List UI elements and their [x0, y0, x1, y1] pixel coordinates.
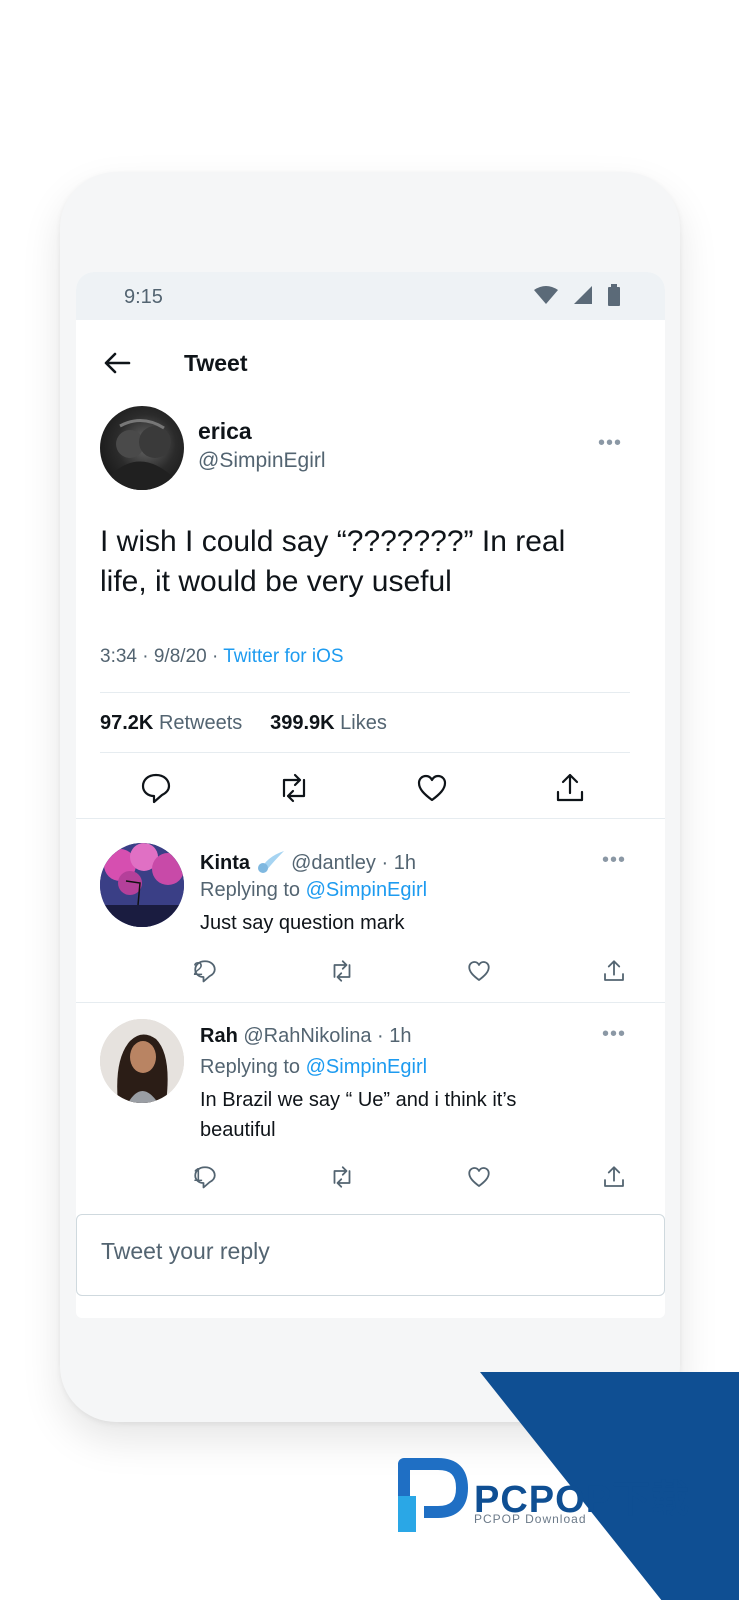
- reply-input[interactable]: [99, 1237, 623, 1266]
- retweet-icon[interactable]: [276, 772, 312, 809]
- page-title: Tweet: [184, 350, 248, 376]
- avatar-image: [100, 843, 184, 927]
- replying-to-label: Replying to: [200, 1056, 306, 1078]
- avatar-image: [110, 419, 174, 490]
- divider: [100, 752, 630, 753]
- share-icon[interactable]: [554, 772, 586, 809]
- wifi-icon: [534, 286, 558, 304]
- retweet-icon[interactable]: [328, 959, 356, 983]
- reply-count: 1: [193, 1165, 204, 1185]
- reply-header: Rah @RahNikolina · 1h: [200, 1025, 412, 1048]
- divider: [100, 692, 630, 693]
- reply-text: Just say question mark: [200, 912, 405, 934]
- watermark-logo: PCPOP下载 PCPOP Download: [398, 1456, 728, 1536]
- tweet-stats: 97.2K Retweets 399.9K Likes: [100, 712, 387, 735]
- retweet-icon[interactable]: [328, 1165, 356, 1189]
- reply-text: In Brazil we say “ Ue” and i think it’s …: [200, 1089, 517, 1141]
- status-bar: 9:15: [76, 272, 665, 320]
- replying-to-label: Replying to: [200, 879, 306, 901]
- reply-count: 2: [193, 959, 204, 979]
- reply-actions: 2: [76, 959, 665, 989]
- reply-item[interactable]: Kinta @dantley · 1h ••• Replying to @Sim…: [76, 818, 665, 1003]
- likes-count: 399.9K: [270, 712, 335, 734]
- tweet-author: erica @SimpinEgirl •••: [76, 404, 665, 500]
- share-icon[interactable]: [602, 1165, 626, 1189]
- reply-icon[interactable]: [140, 772, 172, 809]
- tweet-actions: [76, 772, 665, 822]
- reply-avatar[interactable]: [100, 1019, 184, 1103]
- reply-actions: 1: [76, 1165, 665, 1195]
- status-icons: [533, 284, 621, 306]
- avatar-image: [100, 1019, 184, 1103]
- share-icon[interactable]: [602, 959, 626, 983]
- status-time: 9:15: [124, 286, 163, 308]
- author-name[interactable]: erica: [198, 418, 252, 445]
- reply-reply-button[interactable]: 2: [193, 959, 217, 983]
- likes-label: Likes: [340, 712, 387, 734]
- tweet-text: I wish I could say “???????” In real lif…: [100, 525, 566, 598]
- author-handle[interactable]: @SimpinEgirl: [198, 449, 326, 473]
- top-nav: Tweet: [76, 320, 665, 404]
- replying-to-mention[interactable]: @SimpinEgirl: [306, 879, 427, 901]
- watermark-subtitle: PCPOP Download: [474, 1512, 587, 1526]
- phone-screen: 9:15 Tweet erica @SimpinEgirl ••• I wish…: [76, 272, 665, 1318]
- like-icon[interactable]: [467, 959, 491, 983]
- tweet-timestamp: 3:34 · 9/8/20 ·: [100, 646, 224, 667]
- author-avatar[interactable]: [100, 406, 184, 490]
- more-options-icon[interactable]: •••: [602, 1023, 626, 1046]
- retweets-count: 97.2K: [100, 712, 154, 734]
- reply-compose-box[interactable]: [76, 1214, 665, 1296]
- reply-reply-button[interactable]: 1: [193, 1165, 217, 1189]
- signal-icon: [574, 286, 592, 304]
- retweets-stat[interactable]: 97.2K Retweets: [100, 712, 242, 734]
- reply-avatar[interactable]: [100, 843, 184, 927]
- replying-to: Replying to @SimpinEgirl: [200, 1056, 427, 1079]
- comet-emoji-icon: [256, 849, 286, 879]
- more-options-icon[interactable]: •••: [602, 849, 626, 872]
- battery-icon: [608, 284, 620, 306]
- replying-to: Replying to @SimpinEgirl: [200, 879, 427, 902]
- back-arrow-icon[interactable]: [102, 348, 132, 378]
- more-options-icon[interactable]: •••: [598, 432, 622, 455]
- reply-author-name[interactable]: Kinta: [200, 852, 250, 874]
- reply-header: Kinta @dantley · 1h: [200, 849, 416, 879]
- reply-author-name[interactable]: Rah: [200, 1025, 238, 1047]
- likes-stat[interactable]: 399.9K Likes: [270, 712, 387, 734]
- tweet-source-link[interactable]: Twitter for iOS: [223, 646, 343, 667]
- retweets-label: Retweets: [158, 712, 243, 734]
- tweet-meta: 3:34 · 9/8/20 · Twitter for iOS: [100, 646, 344, 668]
- like-icon[interactable]: [467, 1165, 491, 1189]
- pcpop-logo-icon: [398, 1458, 468, 1532]
- reply-handle-time: @RahNikolina · 1h: [243, 1025, 412, 1047]
- reply-item[interactable]: Rah @RahNikolina · 1h ••• Replying to @S…: [76, 1002, 665, 1213]
- replying-to-mention[interactable]: @SimpinEgirl: [306, 1056, 427, 1078]
- reply-handle-time: @dantley · 1h: [291, 852, 416, 874]
- like-icon[interactable]: [416, 772, 448, 809]
